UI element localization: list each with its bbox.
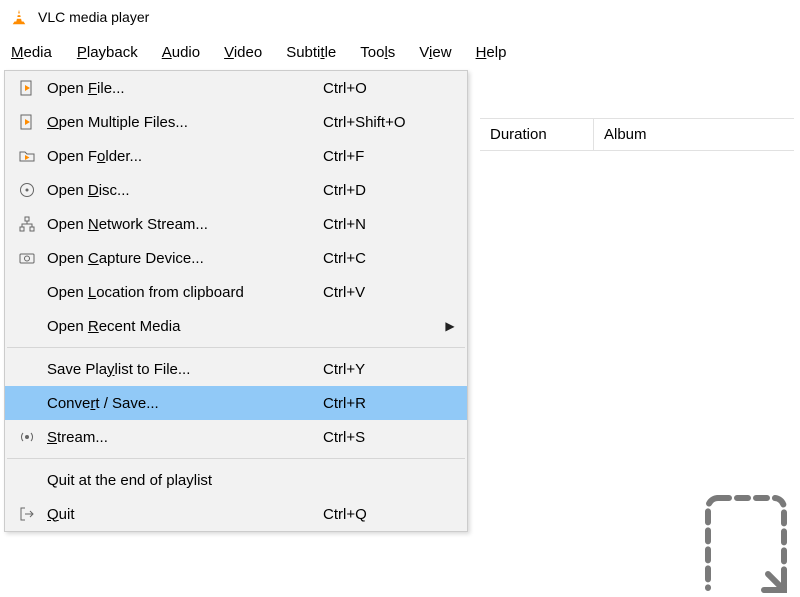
network-icon (13, 216, 41, 232)
exit-icon (13, 506, 41, 522)
menuitem-quit-end[interactable]: Quit at the end of playlist (5, 463, 467, 497)
menuitem-label: Open Capture Device... (41, 250, 323, 267)
capture-icon (13, 250, 41, 266)
menuitem-shortcut: Ctrl+Q (323, 506, 441, 523)
menuitem-shortcut: Ctrl+R (323, 395, 441, 412)
menuitem-label: Quit (41, 506, 323, 523)
menuitem-shortcut: Ctrl+D (323, 182, 441, 199)
menuitem-label: Save Playlist to File... (41, 361, 323, 378)
menuitem-quit[interactable]: Quit Ctrl+Q (5, 497, 467, 531)
menuitem-label: Quit at the end of playlist (41, 472, 323, 489)
menuitem-shortcut: Ctrl+V (323, 284, 441, 301)
menuitem-open-multiple[interactable]: Open Multiple Files... Ctrl+Shift+O (5, 105, 467, 139)
menu-view[interactable]: View (419, 44, 451, 61)
menu-separator (7, 458, 465, 459)
menuitem-label: Open Recent Media (41, 318, 323, 335)
file-play-icon (13, 114, 41, 130)
menu-subtitle[interactable]: Subtitle (286, 44, 336, 61)
menu-video[interactable]: Video (224, 44, 262, 61)
menu-media[interactable]: Media (10, 43, 53, 62)
menu-playback[interactable]: Playback (77, 44, 138, 61)
menuitem-label: Open File... (41, 80, 323, 97)
menuitem-save-playlist[interactable]: Save Playlist to File... Ctrl+Y (5, 352, 467, 386)
folder-play-icon (13, 148, 41, 164)
vlc-cone-icon (10, 8, 28, 26)
dropzone-icon (704, 494, 788, 594)
stream-icon (13, 429, 41, 445)
menuitem-label: Open Multiple Files... (41, 114, 323, 131)
menuitem-open-clipboard[interactable]: Open Location from clipboard Ctrl+V (5, 275, 467, 309)
menuitem-open-folder[interactable]: Open Folder... Ctrl+F (5, 139, 467, 173)
menuitem-shortcut: Ctrl+F (323, 148, 441, 165)
menuitem-label: Stream... (41, 429, 323, 446)
menuitem-label: Open Disc... (41, 182, 323, 199)
menu-separator (7, 347, 465, 348)
media-dropdown: Open File... Ctrl+O Open Multiple Files.… (4, 70, 468, 532)
menuitem-open-capture[interactable]: Open Capture Device... Ctrl+C (5, 241, 467, 275)
menuitem-open-recent[interactable]: Open Recent Media ▶ (5, 309, 467, 343)
menuitem-open-network[interactable]: Open Network Stream... Ctrl+N (5, 207, 467, 241)
menuitem-label: Open Network Stream... (41, 216, 323, 233)
submenu-arrow-icon: ▶ (441, 319, 459, 333)
playlist-columns: Duration Album (480, 118, 794, 151)
menuitem-shortcut: Ctrl+N (323, 216, 441, 233)
menuitem-shortcut: Ctrl+Shift+O (323, 114, 441, 131)
menubar: Media Playback Audio Video Subtitle Tool… (0, 34, 800, 70)
app-title: VLC media player (38, 9, 149, 25)
menu-tools[interactable]: Tools (360, 44, 395, 61)
menuitem-open-file[interactable]: Open File... Ctrl+O (5, 71, 467, 105)
titlebar: VLC media player (0, 0, 800, 34)
menuitem-shortcut: Ctrl+S (323, 429, 441, 446)
menuitem-open-disc[interactable]: Open Disc... Ctrl+D (5, 173, 467, 207)
menuitem-label: Open Folder... (41, 148, 323, 165)
menuitem-stream[interactable]: Stream... Ctrl+S (5, 420, 467, 454)
menuitem-label: Convert / Save... (41, 395, 323, 412)
menu-audio[interactable]: Audio (162, 44, 200, 61)
disc-icon (13, 182, 41, 198)
menuitem-convert-save[interactable]: Convert / Save... Ctrl+R (5, 386, 467, 420)
column-duration[interactable]: Duration (480, 119, 594, 150)
menuitem-shortcut: Ctrl+O (323, 80, 441, 97)
menuitem-shortcut: Ctrl+C (323, 250, 441, 267)
file-play-icon (13, 80, 41, 96)
menuitem-shortcut: Ctrl+Y (323, 361, 441, 378)
menu-help[interactable]: Help (476, 44, 507, 61)
menuitem-label: Open Location from clipboard (41, 284, 323, 301)
column-album[interactable]: Album (594, 119, 794, 150)
